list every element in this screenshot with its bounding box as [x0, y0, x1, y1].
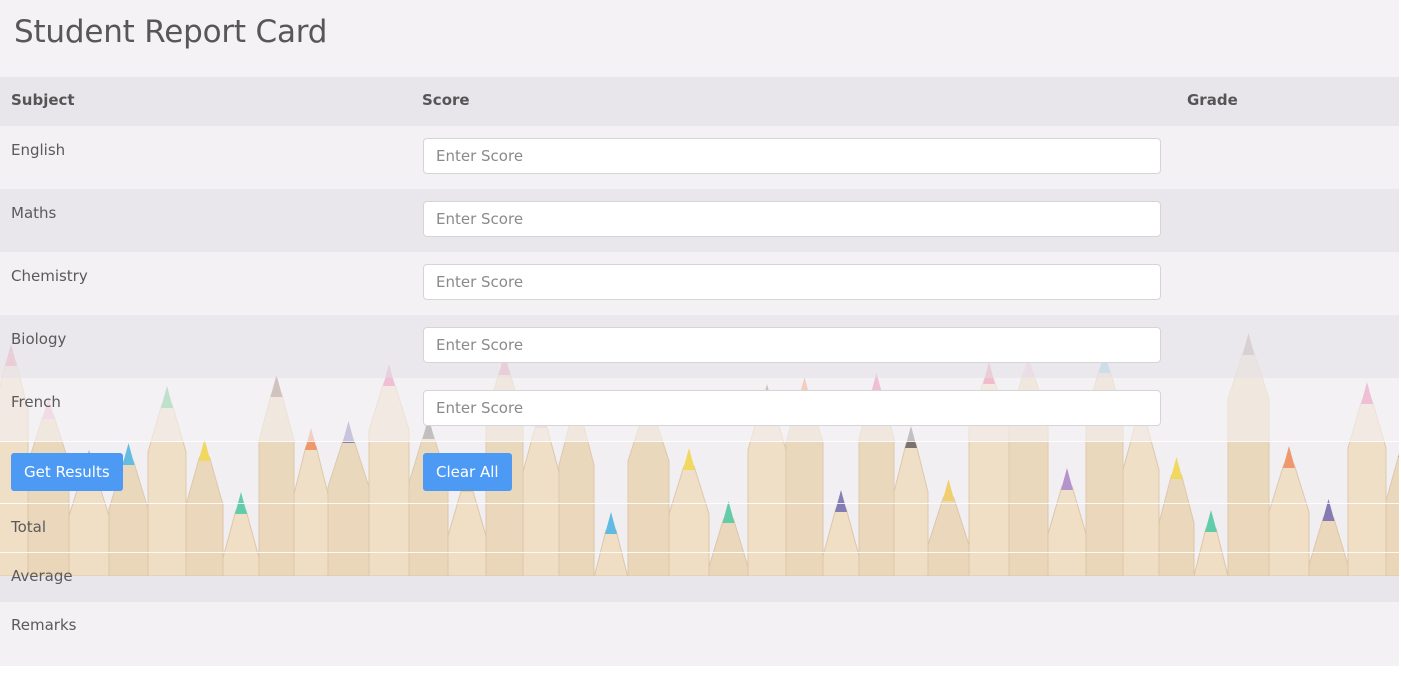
- report-card: Student Report Card Subject Score Grade …: [0, 0, 1399, 666]
- page-title: Student Report Card: [14, 14, 328, 50]
- total-label: Total: [11, 518, 47, 536]
- subject-label-english: English: [11, 141, 66, 159]
- table-row-biology: Biology: [0, 315, 1399, 378]
- row-divider: [0, 552, 1399, 553]
- table-row-chemistry: Chemistry: [0, 252, 1399, 315]
- column-header-grade: Grade: [1187, 91, 1238, 109]
- score-input-french[interactable]: [423, 390, 1161, 426]
- table-row-french: French: [0, 378, 1399, 441]
- score-input-chemistry[interactable]: [423, 264, 1161, 300]
- column-header-score: Score: [422, 91, 470, 109]
- report-card-page: Student Report Card Subject Score Grade …: [0, 0, 1399, 666]
- table-row-maths: Maths: [0, 189, 1399, 252]
- get-results-button[interactable]: Get Results: [11, 453, 123, 491]
- remarks-label: Remarks: [11, 616, 77, 634]
- row-divider: [0, 441, 1399, 442]
- score-input-english[interactable]: [423, 138, 1161, 174]
- table-row-english: English: [0, 126, 1399, 189]
- subject-label-maths: Maths: [11, 204, 57, 222]
- subject-label-biology: Biology: [11, 330, 67, 348]
- column-header-subject: Subject: [11, 91, 75, 109]
- subject-label-french: French: [11, 393, 61, 411]
- average-label: Average: [11, 567, 73, 585]
- score-input-biology[interactable]: [423, 327, 1161, 363]
- row-divider: [0, 503, 1399, 504]
- subject-label-chemistry: Chemistry: [11, 267, 88, 285]
- clear-all-button[interactable]: Clear All: [423, 453, 512, 491]
- score-input-maths[interactable]: [423, 201, 1161, 237]
